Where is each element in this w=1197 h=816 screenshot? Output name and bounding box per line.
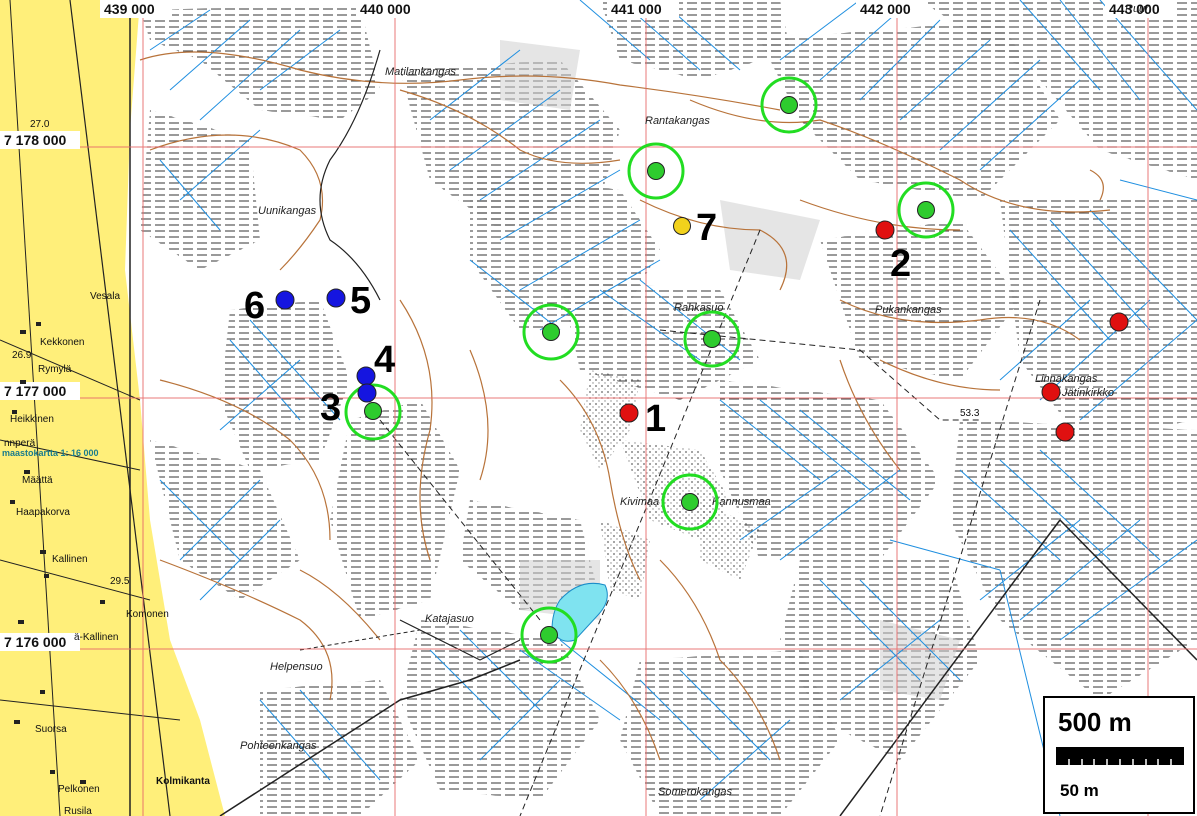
- red-site-marker[interactable]: [619, 403, 639, 423]
- place-name: Rantakangas: [645, 115, 710, 127]
- topographic-map: 439 000 440 000 441 000 442 000 443 000 …: [0, 0, 1197, 816]
- village-name: ä-Kallinen: [74, 632, 118, 643]
- village-name: Kekkonen: [40, 337, 84, 348]
- red-site-marker[interactable]: [875, 220, 895, 240]
- red-site-marker[interactable]: [1041, 382, 1061, 402]
- site-number: 4: [374, 339, 395, 381]
- green-site-marker[interactable]: [917, 201, 935, 219]
- scale-bar: 500 m 50 m: [1043, 696, 1195, 814]
- easting-label: 440 000: [360, 1, 411, 17]
- elevation-label: 27.0: [30, 119, 50, 130]
- northing-label: 7 176 000: [4, 634, 66, 650]
- village-name: Määttä: [22, 475, 53, 486]
- village-name: Komonen: [126, 609, 169, 620]
- place-name: Jätinkirkko: [1061, 387, 1114, 399]
- northing-label: 7 177 000: [4, 383, 66, 399]
- green-site-marker[interactable]: [364, 402, 382, 420]
- site-number: 5: [350, 280, 371, 322]
- scale-sub-label: 50 m: [1060, 781, 1099, 800]
- village-name: Pelkonen: [58, 784, 100, 795]
- blue-site-marker[interactable]: [326, 288, 346, 308]
- place-name: Pukankangas: [875, 304, 942, 316]
- elevation-label: 53.3: [960, 408, 980, 419]
- green-site-marker[interactable]: [780, 96, 798, 114]
- red-site-marker[interactable]: [1109, 312, 1129, 332]
- place-name: Ruun: [1125, 3, 1151, 15]
- site-number: 6: [244, 285, 265, 327]
- village-name: Vesala: [90, 291, 120, 302]
- place-name: Kannusmaa: [712, 496, 771, 508]
- easting-label: 442 000: [860, 1, 911, 17]
- easting-label: 441 000: [611, 1, 662, 17]
- place-name: Pohteenkangas: [240, 740, 317, 752]
- village-name: Kallinen: [52, 554, 88, 565]
- blue-site-marker[interactable]: [275, 290, 295, 310]
- northing-label: 7 178 000: [4, 132, 66, 148]
- place-name: Kivimaa: [620, 496, 659, 508]
- place-name: Helpensuo: [270, 661, 323, 673]
- village-name: Heikkinen: [10, 414, 54, 425]
- village-name: Rymylä: [38, 364, 72, 375]
- green-site-marker[interactable]: [647, 162, 665, 180]
- site-number: 1: [645, 398, 666, 440]
- place-name: Linnakangas: [1035, 373, 1098, 385]
- green-site-marker[interactable]: [703, 330, 721, 348]
- place-name: Uunikangas: [258, 205, 317, 217]
- place-name: Matilankangas: [385, 66, 456, 78]
- easting-label: 439 000: [104, 1, 155, 17]
- green-site-marker[interactable]: [540, 626, 558, 644]
- place-name: Somerokangas: [658, 786, 732, 798]
- blue-site-marker[interactable]: [357, 383, 377, 403]
- scale-main-label: 500 m: [1058, 707, 1132, 737]
- site-number: 7: [696, 207, 717, 249]
- green-site-marker[interactable]: [681, 493, 699, 511]
- site-number: 2: [890, 243, 911, 285]
- village-name: Rusila: [64, 806, 92, 816]
- village-name: Haapakorva: [16, 507, 70, 518]
- green-site-marker[interactable]: [542, 323, 560, 341]
- village-name: Kolmikanta: [156, 776, 210, 787]
- place-name: Katajasuo: [425, 613, 474, 625]
- elevation-label: 26.9: [12, 350, 32, 361]
- elevation-label: 29.5: [110, 576, 130, 587]
- red-site-marker[interactable]: [1055, 422, 1075, 442]
- site-number: 3: [320, 387, 341, 429]
- blue-site-marker[interactable]: [356, 366, 376, 386]
- village-name: Suorsa: [35, 724, 67, 735]
- yellow-site-marker[interactable]: [673, 217, 691, 235]
- map-note: maastokartta 1: 16 000: [2, 448, 99, 458]
